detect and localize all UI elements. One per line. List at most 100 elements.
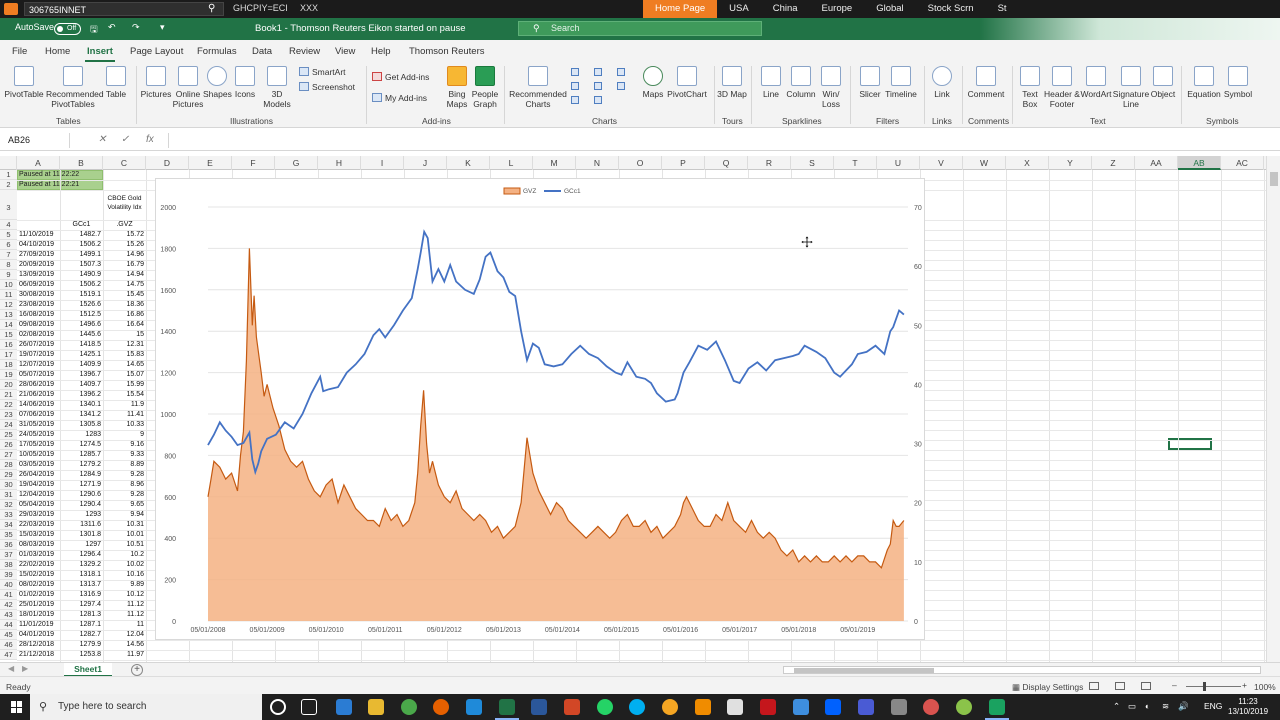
cell-a29[interactable]: 26/04/2019 — [19, 470, 60, 480]
column-header-c[interactable]: C — [103, 156, 146, 170]
cell-a5[interactable]: 11/10/2019 — [19, 230, 60, 240]
slicer-button[interactable]: Slicer — [855, 66, 885, 99]
row-header-42[interactable]: 42 — [0, 600, 17, 610]
tab-file[interactable]: File — [12, 46, 27, 57]
row-header-26[interactable]: 26 — [0, 440, 17, 450]
cell-a47[interactable]: 21/12/2018 — [19, 650, 60, 660]
equation-button[interactable]: Equation — [1184, 66, 1224, 99]
horizontal-scrollbar[interactable] — [783, 666, 1261, 674]
cell-c10[interactable]: 14.75 — [103, 280, 144, 290]
cell-a28[interactable]: 03/05/2019 — [19, 460, 60, 470]
cell-b26[interactable]: 1274.5 — [60, 440, 101, 450]
cell-a26[interactable]: 17/05/2019 — [19, 440, 60, 450]
cell-a34[interactable]: 22/03/2019 — [19, 520, 60, 530]
cell-a30[interactable]: 19/04/2019 — [19, 480, 60, 490]
tray-app-icon[interactable]: ◐ — [1145, 701, 1150, 711]
cell-c36[interactable]: 10.51 — [103, 540, 144, 550]
column-header-b[interactable]: B — [60, 156, 103, 170]
3d-models-button[interactable]: 3D Models — [259, 66, 295, 109]
eikon-tab-global[interactable]: Global — [864, 0, 915, 18]
tray-chevron-icon[interactable]: ⌃ — [1113, 701, 1120, 712]
app-icon[interactable] — [956, 699, 972, 715]
cell-c21[interactable]: 15.54 — [103, 390, 144, 400]
sheet-tab-sheet1[interactable]: Sheet1 — [64, 663, 112, 677]
cell-a40[interactable]: 08/02/2019 — [19, 580, 60, 590]
formula-input[interactable] — [168, 133, 1268, 148]
row-header-47[interactable]: 47 — [0, 650, 17, 660]
cell-a37[interactable]: 01/03/2019 — [19, 550, 60, 560]
row-header-4[interactable]: 4 — [0, 220, 17, 230]
cell-c39[interactable]: 10.16 — [103, 570, 144, 580]
cell-b10[interactable]: 1506.2 — [60, 280, 101, 290]
app-icon[interactable] — [793, 699, 809, 715]
cell-a8[interactable]: 20/09/2019 — [19, 260, 60, 270]
column-header-f[interactable]: F — [232, 156, 275, 170]
row-header-45[interactable]: 45 — [0, 630, 17, 640]
column-header-o[interactable]: O — [619, 156, 662, 170]
hierarchy-chart-icon[interactable] — [594, 68, 602, 76]
column-header-y[interactable]: Y — [1049, 156, 1092, 170]
column-header-h[interactable]: H — [318, 156, 361, 170]
link-button[interactable]: Link — [929, 66, 955, 99]
eikon-quote-1[interactable]: GHCPIY=ECI — [233, 3, 288, 13]
column-header-m[interactable]: M — [533, 156, 576, 170]
cell-c47[interactable]: 11.97 — [103, 650, 144, 660]
eikon-tab-china[interactable]: China — [761, 0, 810, 18]
waterfall-chart-icon[interactable] — [594, 82, 602, 90]
cell-c8[interactable]: 16.79 — [103, 260, 144, 270]
cell-a46[interactable]: 28/12/2018 — [19, 640, 60, 650]
scroll-thumb[interactable] — [794, 668, 934, 673]
column-header-ac[interactable]: AC — [1221, 156, 1264, 170]
zoom-slider[interactable] — [1186, 686, 1241, 687]
cell-a39[interactable]: 15/02/2019 — [19, 570, 60, 580]
cell-b29[interactable]: 1284.9 — [60, 470, 101, 480]
cell-c24[interactable]: 10.33 — [103, 420, 144, 430]
cell-c19[interactable]: 15.07 — [103, 370, 144, 380]
cell-c9[interactable]: 14.94 — [103, 270, 144, 280]
column-header-k[interactable]: K — [447, 156, 490, 170]
row-header-25[interactable]: 25 — [0, 430, 17, 440]
cell-b18[interactable]: 1409.9 — [60, 360, 101, 370]
column-header-d[interactable]: D — [146, 156, 189, 170]
cell-a32[interactable]: 05/04/2019 — [19, 500, 60, 510]
zoom-in-icon[interactable]: + — [1242, 680, 1247, 690]
cell-c38[interactable]: 10.02 — [103, 560, 144, 570]
eikon-tab-home-page[interactable]: Home Page — [643, 0, 718, 18]
eikon-tab-europe[interactable]: Europe — [810, 0, 865, 18]
cell-c27[interactable]: 9.33 — [103, 450, 144, 460]
cell-b9[interactable]: 1490.9 — [60, 270, 101, 280]
cell-b7[interactable]: 1499.1 — [60, 250, 101, 260]
table-button[interactable]: Table — [102, 66, 130, 99]
cell-c44[interactable]: 11 — [103, 620, 144, 630]
cell-b45[interactable]: 1282.7 — [60, 630, 101, 640]
cell-b36[interactable]: 1297 — [60, 540, 101, 550]
row-header-24[interactable]: 24 — [0, 420, 17, 430]
task-view-icon[interactable] — [301, 699, 317, 715]
tab-formulas[interactable]: Formulas — [197, 46, 237, 57]
row-header-13[interactable]: 13 — [0, 310, 17, 320]
tab-home[interactable]: Home — [45, 46, 70, 57]
cell-a41[interactable]: 01/02/2019 — [19, 590, 60, 600]
smartart-button[interactable]: SmartArt — [299, 67, 346, 78]
cell-b34[interactable]: 1311.6 — [60, 520, 101, 530]
row-header-43[interactable]: 43 — [0, 610, 17, 620]
cell-a23[interactable]: 07/06/2019 — [19, 410, 60, 420]
autosave-toggle[interactable]: Off — [54, 23, 81, 35]
cell-b15[interactable]: 1445.6 — [60, 330, 101, 340]
cell-a45[interactable]: 04/01/2019 — [19, 630, 60, 640]
cell-c41[interactable]: 10.12 — [103, 590, 144, 600]
people-graph-button[interactable]: People Graph — [471, 66, 499, 109]
tray-battery-icon[interactable]: ▭ — [1128, 701, 1136, 712]
cell-a16[interactable]: 26/07/2019 — [19, 340, 60, 350]
cell-c11[interactable]: 15.45 — [103, 290, 144, 300]
cell-b22[interactable]: 1340.1 — [60, 400, 101, 410]
cell-b46[interactable]: 1279.9 — [60, 640, 101, 650]
tab-view[interactable]: View — [335, 46, 355, 57]
prev-sheet-icon[interactable]: ◀ — [8, 664, 14, 673]
row-header-14[interactable]: 14 — [0, 320, 17, 330]
bing-maps-button[interactable]: Bing Maps — [444, 66, 470, 109]
cell-a7[interactable]: 27/09/2019 — [19, 250, 60, 260]
wordart-button[interactable]: WordArt — [1080, 66, 1112, 99]
cell-c45[interactable]: 12.04 — [103, 630, 144, 640]
cell-b31[interactable]: 1290.6 — [60, 490, 101, 500]
